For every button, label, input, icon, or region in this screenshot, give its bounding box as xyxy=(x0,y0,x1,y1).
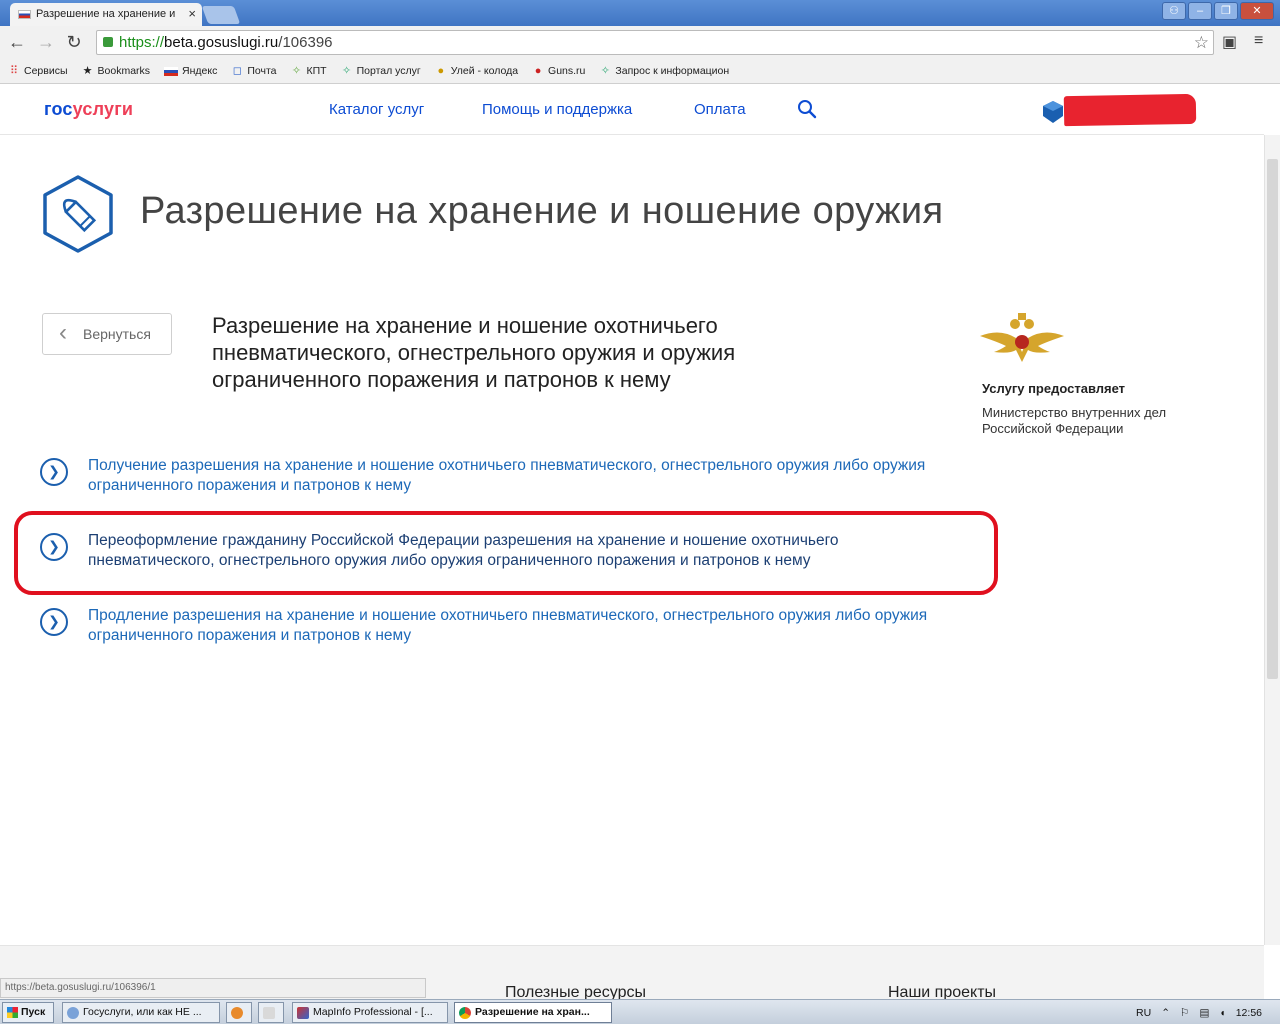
page-title: Разрешение на хранение и ношение оружия xyxy=(140,190,944,232)
address-bar[interactable]: https://beta.gosuslugi.ru/106396 ☆ xyxy=(96,30,1214,55)
scrollbar-thumb[interactable] xyxy=(1267,159,1278,679)
page-scrollbar[interactable] xyxy=(1264,135,1280,945)
option-extend-permit[interactable]: ❯ Продление разрешения на хранение и нош… xyxy=(40,606,960,650)
start-button[interactable]: Пуск xyxy=(2,1002,54,1023)
bookmark-bookmarks[interactable]: ★ Bookmarks xyxy=(82,65,150,77)
bookmark-yandex[interactable]: Яндекс xyxy=(164,65,217,77)
browser-tab[interactable]: Разрешение на хранение и × xyxy=(10,3,202,26)
forward-arrow-icon[interactable]: → xyxy=(35,32,57,54)
user-name-redacted[interactable]: ████████ xyxy=(1063,93,1197,127)
volume-icon[interactable]: ◖ xyxy=(1219,1007,1225,1019)
pin-icon: ✧ xyxy=(291,65,302,77)
bookmark-star-icon[interactable]: ☆ xyxy=(1194,31,1209,54)
folder-icon xyxy=(263,1007,275,1019)
mvd-emblem-icon xyxy=(980,313,1064,362)
browser-icon xyxy=(67,1007,79,1019)
bookmark-request[interactable]: ✧ Запрос к информацион xyxy=(599,65,729,77)
option-obtain-permit[interactable]: ❯ Получение разрешения на хранение и нош… xyxy=(40,456,960,500)
close-window-button[interactable]: ✕ xyxy=(1240,2,1274,20)
window-controls: ⚇ – ❐ ✕ xyxy=(1162,2,1274,20)
flag-icon xyxy=(18,10,31,19)
bookmark-portal[interactable]: ✧ Портал услуг xyxy=(341,65,421,77)
url-path: /106396 xyxy=(278,34,333,51)
minimize-button[interactable]: – xyxy=(1188,2,1212,20)
bookmark-uley[interactable]: ● Улей - колода xyxy=(435,65,518,77)
status-bar-url: https://beta.gosuslugi.ru/106396/1 xyxy=(0,978,426,998)
nav-payment[interactable]: Оплата xyxy=(694,101,746,118)
close-tab-icon[interactable]: × xyxy=(188,3,196,25)
bookmark-guns[interactable]: ● Guns.ru xyxy=(532,65,586,77)
chrome-icon xyxy=(459,1007,471,1019)
search-icon[interactable] xyxy=(797,99,817,119)
bookmark-services[interactable]: ⠿ Сервисы xyxy=(8,65,68,77)
pin-icon: ✧ xyxy=(341,65,352,77)
service-heading: Разрешение на хранение и ношение охотнич… xyxy=(212,313,736,392)
option-label: Продление разрешения на хранение и ношен… xyxy=(88,607,928,644)
taskbar-item-chrome-active[interactable]: Разрешение на хран... xyxy=(454,1002,612,1023)
provider-label: Услугу предоставляет xyxy=(982,381,1126,396)
os-taskbar: Пуск Госуслуги, или как НЕ ... MapInfo P… xyxy=(0,999,1280,1024)
extension-icon[interactable]: ▣ xyxy=(1222,32,1237,52)
taskbar-item-mapinfo[interactable]: MapInfo Professional - [... xyxy=(292,1002,448,1023)
mail-icon: ◻ xyxy=(232,65,242,77)
reload-icon[interactable]: ↻ xyxy=(63,32,85,54)
chevron-right-circle-icon: ❯ xyxy=(40,533,68,561)
bookmarks-bar: ⠿ Сервисы ★ Bookmarks Яндекс ◻ Почта ✧ КПТ ✧… xyxy=(0,59,1280,84)
restore-button[interactable]: ❐ xyxy=(1214,2,1238,20)
provider-name: Министерство внутренних дел Российской Ф… xyxy=(982,405,1167,436)
taskbar-quicklaunch-firefox[interactable] xyxy=(226,1002,252,1023)
back-button[interactable]: ‹ Вернуться xyxy=(42,313,172,355)
menu-icon[interactable]: ≡ xyxy=(1254,32,1263,50)
nav-catalog[interactable]: Каталог услуг xyxy=(329,101,424,118)
bookmark-kpt[interactable]: ✧ КПТ xyxy=(291,65,327,77)
site-header: госуслуги Каталог услуг Помощь и поддерж… xyxy=(0,85,1264,135)
chevron-right-circle-icon: ❯ xyxy=(40,458,68,486)
network-icon[interactable]: ▤ xyxy=(1199,1007,1209,1019)
option-reissue-permit[interactable]: ❯ Переоформление гражданину Российской Ф… xyxy=(40,531,960,575)
option-label: Переоформление гражданину Российской Фед… xyxy=(88,532,839,569)
back-arrow-icon[interactable]: ← xyxy=(6,32,28,54)
bee-icon: ● xyxy=(437,65,445,77)
taskbar-item-gosuslugi[interactable]: Госуслуги, или как НЕ ... xyxy=(62,1002,220,1023)
gosuslugi-logo[interactable]: госуслуги xyxy=(44,99,133,120)
firefox-icon xyxy=(231,1007,243,1019)
flag-icon xyxy=(164,66,179,76)
user-icon[interactable]: ⚇ xyxy=(1162,2,1186,20)
clock[interactable]: 12:56 xyxy=(1236,1007,1262,1019)
footer-our-projects: Наши проекты xyxy=(888,984,997,999)
chevron-left-icon: ‹ xyxy=(59,319,67,346)
new-tab-button[interactable] xyxy=(201,6,241,24)
taskbar-quicklaunch-folder[interactable] xyxy=(258,1002,284,1023)
windows-logo-icon xyxy=(7,1007,18,1018)
lock-icon xyxy=(103,37,113,47)
url-host: beta.gosuslugi.ru xyxy=(164,34,279,51)
tab-title: Разрешение на хранение и xyxy=(36,8,176,20)
action-center-flag-icon[interactable]: ⚐ xyxy=(1180,1007,1189,1019)
browser-titlebar: Разрешение на хранение и × ⚇ – ❐ ✕ xyxy=(0,0,1280,26)
pin-icon: ✧ xyxy=(600,65,611,77)
nav-help[interactable]: Помощь и поддержка xyxy=(482,101,632,118)
system-tray: RU ⌃ ⚐ ▤ ◖ 12:56 xyxy=(1136,1002,1280,1023)
option-label: Получение разрешения на хранение и ношен… xyxy=(88,457,926,494)
chevron-right-circle-icon: ❯ xyxy=(40,608,68,636)
user-shield-icon[interactable] xyxy=(1042,100,1064,124)
mapinfo-icon xyxy=(297,1007,309,1019)
bookmark-mail[interactable]: ◻ Почта xyxy=(231,65,277,77)
apps-grid-icon: ⠿ xyxy=(9,65,19,77)
footer-useful-resources: Полезные ресурсы xyxy=(505,984,646,999)
tray-expand-icon[interactable]: ⌃ xyxy=(1161,1007,1170,1019)
star-icon: ★ xyxy=(82,65,93,77)
guns-icon: ● xyxy=(534,65,542,77)
language-indicator[interactable]: RU xyxy=(1136,1007,1151,1019)
browser-toolbar: ← → ↻ https://beta.gosuslugi.ru/106396 ☆… xyxy=(0,26,1280,59)
url-scheme: https:// xyxy=(119,34,165,51)
weapon-permit-icon xyxy=(43,175,113,253)
